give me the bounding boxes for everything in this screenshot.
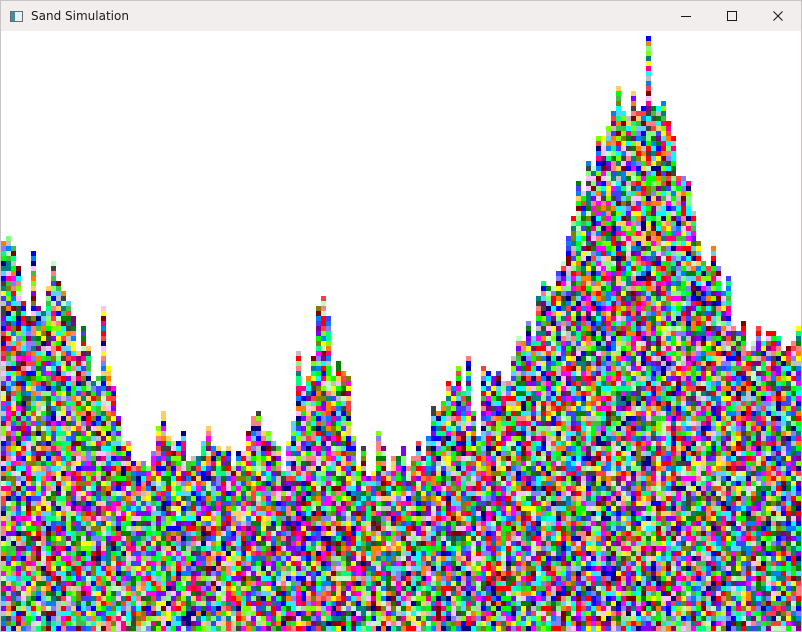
maximize-icon <box>727 11 737 21</box>
window-title: Sand Simulation <box>31 9 129 23</box>
sand-canvas[interactable] <box>1 31 801 631</box>
window-controls <box>663 1 801 31</box>
close-button[interactable] <box>755 1 801 31</box>
app-window: Sand Simulation <box>0 0 802 632</box>
minimize-button[interactable] <box>663 1 709 31</box>
title-bar[interactable]: Sand Simulation <box>1 1 801 31</box>
app-window-icon <box>10 10 23 22</box>
close-icon <box>773 11 783 21</box>
minimize-icon <box>681 16 691 17</box>
maximize-button[interactable] <box>709 1 755 31</box>
sand-grid <box>1 36 801 631</box>
